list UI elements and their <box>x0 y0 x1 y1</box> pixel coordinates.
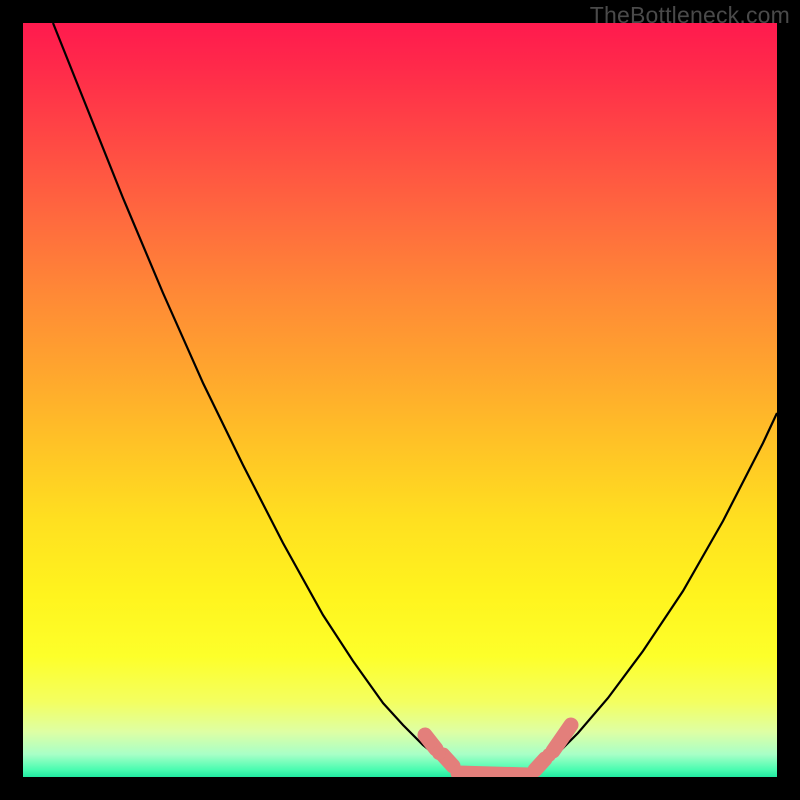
bead-markers <box>425 725 571 775</box>
right-lower-bead <box>535 759 545 770</box>
dot-right <box>542 748 556 762</box>
right-upper-bead <box>553 725 571 751</box>
left-upper-bead <box>425 735 436 749</box>
plot-area <box>23 23 777 777</box>
dot-left <box>432 746 446 760</box>
floor-bead <box>458 773 528 775</box>
outer-frame: TheBottleneck.com <box>0 0 800 800</box>
left-curve <box>53 23 461 773</box>
curve-svg <box>23 23 777 777</box>
